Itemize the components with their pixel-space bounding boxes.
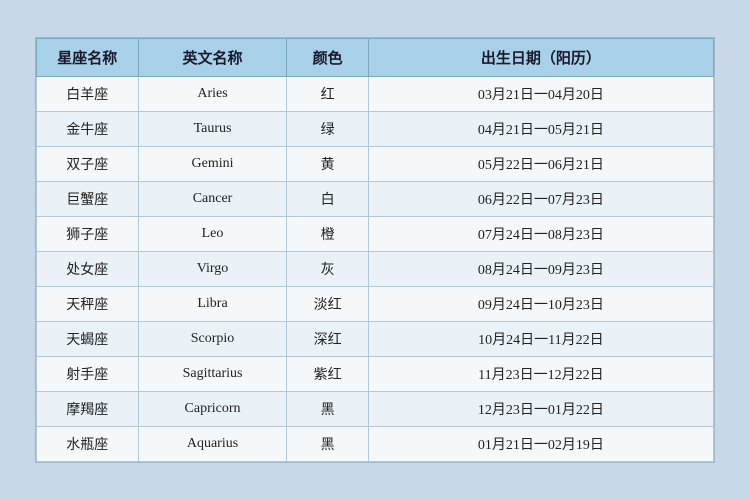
cell-chinese: 狮子座: [37, 217, 139, 252]
cell-color: 绿: [287, 112, 368, 147]
cell-english: Capricorn: [138, 392, 287, 427]
cell-chinese: 摩羯座: [37, 392, 139, 427]
zodiac-table: 星座名称 英文名称 颜色 出生日期（阳历） 白羊座Aries红03月21日一04…: [36, 38, 714, 462]
cell-chinese: 巨蟹座: [37, 182, 139, 217]
cell-color: 白: [287, 182, 368, 217]
cell-color: 黄: [287, 147, 368, 182]
cell-color: 黑: [287, 427, 368, 462]
header-color: 颜色: [287, 39, 368, 77]
cell-english: Virgo: [138, 252, 287, 287]
cell-date: 01月21日一02月19日: [368, 427, 713, 462]
table-row: 水瓶座Aquarius黑01月21日一02月19日: [37, 427, 714, 462]
cell-date: 06月22日一07月23日: [368, 182, 713, 217]
cell-date: 04月21日一05月21日: [368, 112, 713, 147]
table-row: 天蝎座Scorpio深红10月24日一11月22日: [37, 322, 714, 357]
table-row: 双子座Gemini黄05月22日一06月21日: [37, 147, 714, 182]
cell-color: 淡红: [287, 287, 368, 322]
table-row: 白羊座Aries红03月21日一04月20日: [37, 77, 714, 112]
cell-english: Scorpio: [138, 322, 287, 357]
header-date: 出生日期（阳历）: [368, 39, 713, 77]
cell-color: 橙: [287, 217, 368, 252]
zodiac-table-container: 星座名称 英文名称 颜色 出生日期（阳历） 白羊座Aries红03月21日一04…: [35, 37, 715, 463]
table-row: 巨蟹座Cancer白06月22日一07月23日: [37, 182, 714, 217]
table-row: 狮子座Leo橙07月24日一08月23日: [37, 217, 714, 252]
cell-english: Aquarius: [138, 427, 287, 462]
table-body: 白羊座Aries红03月21日一04月20日金牛座Taurus绿04月21日一0…: [37, 77, 714, 462]
cell-date: 05月22日一06月21日: [368, 147, 713, 182]
cell-date: 08月24日一09月23日: [368, 252, 713, 287]
cell-chinese: 处女座: [37, 252, 139, 287]
cell-chinese: 天蝎座: [37, 322, 139, 357]
cell-english: Gemini: [138, 147, 287, 182]
cell-date: 10月24日一11月22日: [368, 322, 713, 357]
cell-date: 11月23日一12月22日: [368, 357, 713, 392]
table-row: 摩羯座Capricorn黑12月23日一01月22日: [37, 392, 714, 427]
cell-color: 深红: [287, 322, 368, 357]
cell-date: 12月23日一01月22日: [368, 392, 713, 427]
cell-chinese: 天秤座: [37, 287, 139, 322]
cell-english: Aries: [138, 77, 287, 112]
cell-chinese: 白羊座: [37, 77, 139, 112]
table-row: 天秤座Libra淡红09月24日一10月23日: [37, 287, 714, 322]
cell-color: 红: [287, 77, 368, 112]
cell-chinese: 射手座: [37, 357, 139, 392]
cell-date: 07月24日一08月23日: [368, 217, 713, 252]
table-row: 处女座Virgo灰08月24日一09月23日: [37, 252, 714, 287]
header-chinese: 星座名称: [37, 39, 139, 77]
cell-english: Leo: [138, 217, 287, 252]
cell-color: 黑: [287, 392, 368, 427]
cell-chinese: 金牛座: [37, 112, 139, 147]
table-row: 金牛座Taurus绿04月21日一05月21日: [37, 112, 714, 147]
header-english: 英文名称: [138, 39, 287, 77]
cell-date: 09月24日一10月23日: [368, 287, 713, 322]
cell-chinese: 水瓶座: [37, 427, 139, 462]
cell-english: Sagittarius: [138, 357, 287, 392]
table-row: 射手座Sagittarius紫红11月23日一12月22日: [37, 357, 714, 392]
cell-english: Libra: [138, 287, 287, 322]
cell-chinese: 双子座: [37, 147, 139, 182]
cell-english: Cancer: [138, 182, 287, 217]
cell-color: 灰: [287, 252, 368, 287]
cell-english: Taurus: [138, 112, 287, 147]
cell-color: 紫红: [287, 357, 368, 392]
cell-date: 03月21日一04月20日: [368, 77, 713, 112]
table-header-row: 星座名称 英文名称 颜色 出生日期（阳历）: [37, 39, 714, 77]
